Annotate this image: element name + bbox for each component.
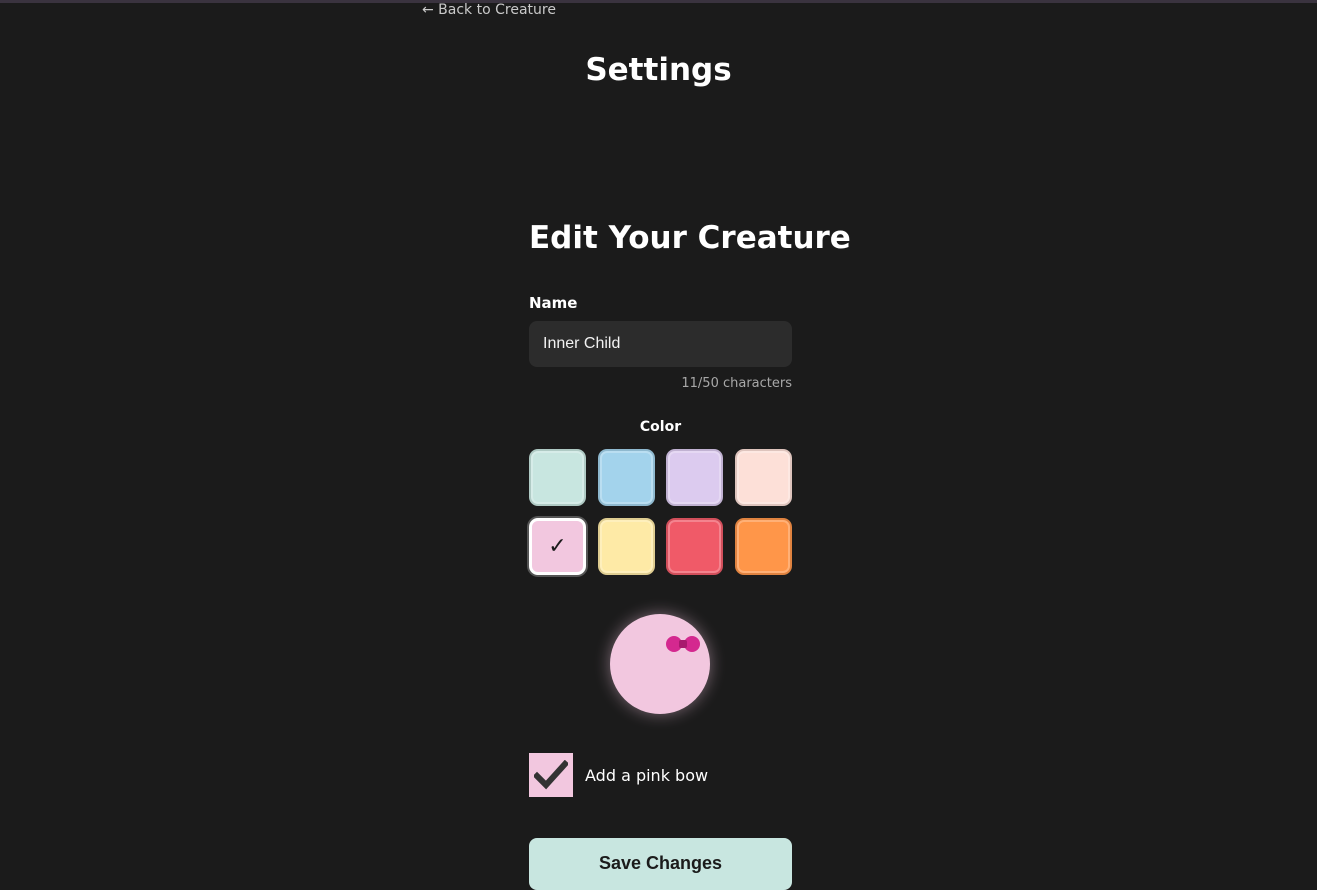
name-label: Name (529, 294, 578, 312)
back-to-creature-link[interactable]: ← Back to Creature (422, 2, 556, 18)
name-input[interactable] (529, 321, 792, 367)
color-swatch-pink[interactable]: ✓ (529, 518, 586, 575)
color-swatch-sky-blue[interactable] (597, 449, 655, 506)
form-title: Edit Your Creature (529, 220, 851, 256)
bow-checkbox[interactable] (529, 753, 573, 797)
bow-icon (666, 636, 700, 652)
color-swatch-grid: ✓ (529, 449, 793, 575)
color-swatch-orange[interactable] (735, 518, 793, 575)
color-swatch-lavender[interactable] (666, 449, 724, 506)
bow-label: Add a pink bow (585, 765, 709, 785)
save-changes-button[interactable]: Save Changes (529, 838, 792, 890)
checkmark-icon (534, 760, 568, 790)
creature-preview (610, 614, 710, 714)
color-swatch-red[interactable] (666, 518, 724, 575)
color-swatch-peach[interactable] (735, 449, 793, 506)
window-top-strip (0, 0, 1317, 3)
color-label: Color (639, 419, 682, 435)
edit-creature-form: Edit Your Creature Name 11/50 characters… (529, 220, 851, 890)
color-swatch-yellow[interactable] (597, 518, 655, 575)
page-title: Settings (585, 52, 732, 88)
bow-option: Add a pink bow (529, 753, 708, 797)
char-count: 11/50 characters (681, 376, 792, 391)
creature-body (610, 614, 710, 714)
selected-check-icon: ✓ (548, 534, 567, 559)
color-swatch-mint[interactable] (529, 449, 586, 506)
